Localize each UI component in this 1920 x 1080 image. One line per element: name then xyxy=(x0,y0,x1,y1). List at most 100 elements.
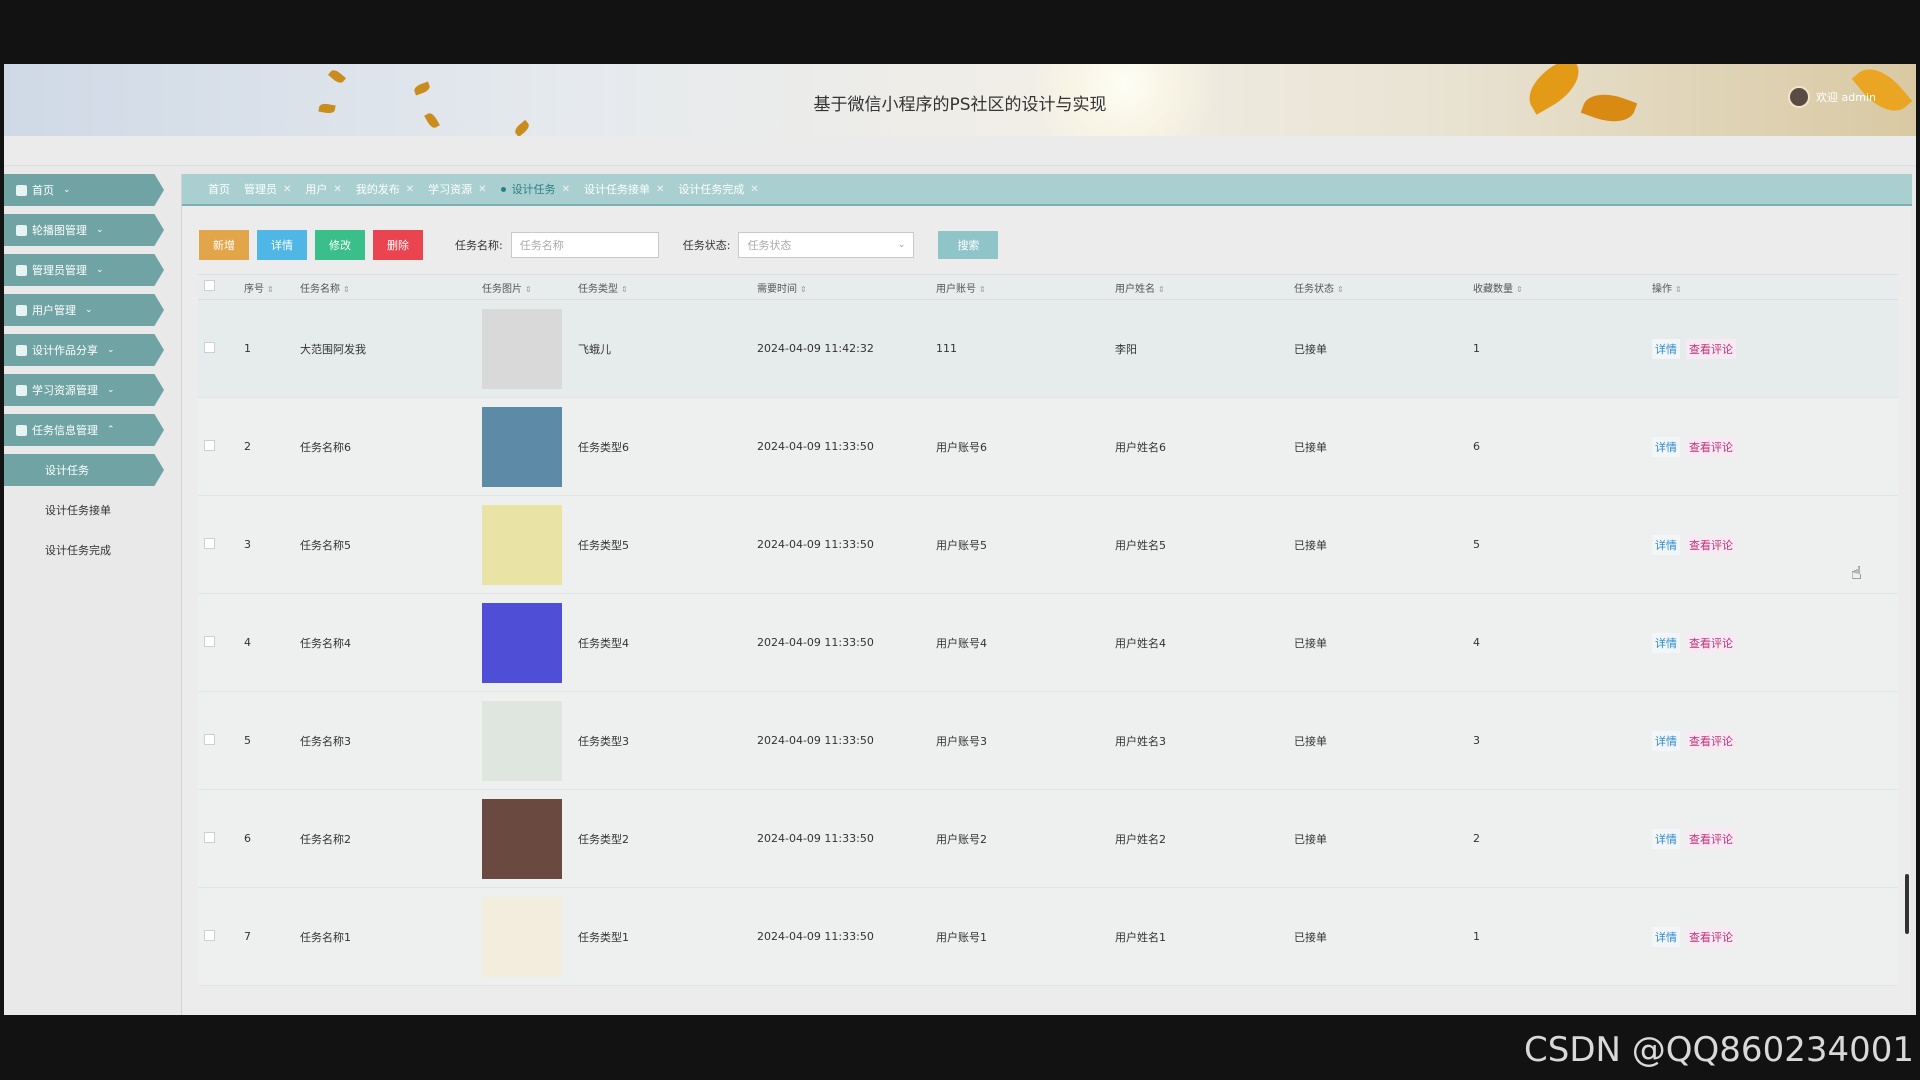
sidebar-item-works[interactable]: 设计作品分享 ⌄ xyxy=(4,334,164,366)
close-icon[interactable]: ✕ xyxy=(283,184,291,195)
avatar xyxy=(1788,86,1811,108)
search-button[interactable]: 搜索 xyxy=(938,231,999,259)
tab-home[interactable]: 首页 xyxy=(208,181,230,197)
select-all-checkbox[interactable] xyxy=(204,280,215,291)
col-no[interactable]: 序号 ⇕ xyxy=(244,280,300,295)
cell-image xyxy=(482,798,578,879)
tab-task-accept[interactable]: 设计任务接单 ✕ xyxy=(584,181,664,197)
close-icon[interactable]: ✕ xyxy=(333,184,341,195)
view-comments-link[interactable]: 查看评论 xyxy=(1686,534,1736,555)
view-comments-link[interactable]: 查看评论 xyxy=(1686,338,1736,359)
sort-icon[interactable]: ⇕ xyxy=(800,285,807,294)
close-icon[interactable]: ✕ xyxy=(562,184,570,195)
col-fav[interactable]: 收藏数量 ⇕ xyxy=(1473,280,1652,295)
cell-status: 已接单 xyxy=(1294,832,1327,846)
col-type[interactable]: 任务类型 ⇕ xyxy=(578,280,757,295)
sort-icon[interactable]: ⇕ xyxy=(343,285,350,294)
tab-task-done[interactable]: 设计任务完成 ✕ xyxy=(678,181,758,197)
table-row[interactable]: 6 任务名称2 任务类型2 2024-04-09 11:33:50 用户账号2 用户姓名2… xyxy=(198,790,1898,888)
tab-admin[interactable]: 管理员 ✕ xyxy=(244,181,291,197)
sort-icon[interactable]: ⇕ xyxy=(1516,285,1523,294)
cell-name: 任务名称5 xyxy=(300,538,351,552)
detail-button[interactable]: 详情 xyxy=(257,230,307,260)
detail-link[interactable]: 详情 xyxy=(1652,534,1680,555)
sidebar-item-carousel[interactable]: 轮播图管理 ⌄ xyxy=(4,214,164,246)
row-checkbox[interactable] xyxy=(204,831,215,843)
sidebar-subitem-task-done[interactable]: 设计任务完成 xyxy=(4,534,164,566)
cell-name: 任务名称2 xyxy=(300,832,351,846)
gear-icon xyxy=(16,384,27,396)
cell-fav: 1 xyxy=(1473,930,1480,943)
add-button[interactable]: 新增 xyxy=(199,230,249,260)
col-name[interactable]: 任务名称 ⇕ xyxy=(300,280,482,295)
close-icon[interactable]: ✕ xyxy=(750,184,758,195)
view-comments-link[interactable]: 查看评论 xyxy=(1686,828,1736,849)
sidebar-item-tasks[interactable]: 任务信息管理 ⌃ xyxy=(4,414,164,446)
cell-actions: 详情 查看评论 xyxy=(1652,534,1792,555)
table-row[interactable]: 3 任务名称5 任务类型5 2024-04-09 11:33:50 用户账号5 用户姓名5… xyxy=(198,496,1898,594)
sidebar-subitem-design-task[interactable]: 设计任务 xyxy=(4,454,164,486)
col-status[interactable]: 任务状态 ⇕ xyxy=(1294,280,1473,295)
col-time[interactable]: 需要时间 ⇕ xyxy=(757,280,936,295)
tab-design-task[interactable]: 设计任务 ✕ xyxy=(500,181,570,197)
sidebar-item-admins[interactable]: 管理员管理 ⌄ xyxy=(4,254,164,286)
detail-link[interactable]: 详情 xyxy=(1652,436,1680,457)
table-row[interactable]: 4 任务名称4 任务类型4 2024-04-09 11:33:50 用户账号4 用户姓名4… xyxy=(198,594,1898,692)
row-checkbox[interactable] xyxy=(204,537,215,549)
row-checkbox[interactable] xyxy=(204,341,215,353)
detail-link[interactable]: 详情 xyxy=(1652,828,1680,849)
row-checkbox[interactable] xyxy=(204,439,215,451)
tab-user[interactable]: 用户 ✕ xyxy=(305,181,341,197)
view-comments-link[interactable]: 查看评论 xyxy=(1686,730,1736,751)
sort-icon[interactable]: ⇕ xyxy=(525,285,532,294)
view-comments-link[interactable]: 查看评论 xyxy=(1686,632,1736,653)
detail-link[interactable]: 详情 xyxy=(1652,730,1680,751)
task-thumbnail xyxy=(482,406,562,487)
tab-label: 我的发布 xyxy=(355,183,400,196)
sort-icon[interactable]: ⇕ xyxy=(621,285,628,294)
delete-button[interactable]: 删除 xyxy=(373,230,423,260)
tab-my-posts[interactable]: 我的发布 ✕ xyxy=(356,181,414,197)
sidebar-item-label: 管理员管理 xyxy=(32,264,87,277)
detail-link[interactable]: 详情 xyxy=(1652,338,1680,359)
sort-icon[interactable]: ⇕ xyxy=(1675,285,1682,294)
view-comments-link[interactable]: 查看评论 xyxy=(1686,436,1736,457)
sort-icon[interactable]: ⇕ xyxy=(1337,285,1344,294)
sort-icon[interactable]: ⇕ xyxy=(979,285,986,294)
app-window: 基于微信小程序的PS社区的设计与实现 欢迎 admin 首页 ⌄ 轮播图管理 ⌄ 管… xyxy=(4,64,1916,1015)
close-icon[interactable]: ✕ xyxy=(656,184,664,195)
edit-button[interactable]: 修改 xyxy=(315,230,365,260)
task-status-select[interactable]: 任务状态 ⌄ xyxy=(738,232,915,258)
col-image[interactable]: 任务图片 ⇕ xyxy=(482,280,578,295)
sidebar-item-home[interactable]: 首页 ⌄ xyxy=(4,174,164,206)
sidebar-item-resources[interactable]: 学习资源管理 ⌄ xyxy=(4,374,164,406)
close-icon[interactable]: ✕ xyxy=(478,184,486,195)
cell-no: 3 xyxy=(244,538,251,551)
col-actions[interactable]: 操作 ⇕ xyxy=(1652,280,1792,295)
row-checkbox[interactable] xyxy=(204,929,215,941)
view-comments-link[interactable]: 查看评论 xyxy=(1686,926,1736,947)
detail-link[interactable]: 详情 xyxy=(1652,632,1680,653)
scrollbar[interactable] xyxy=(1905,874,1909,934)
user-menu[interactable]: 欢迎 admin xyxy=(1788,86,1876,108)
tab-resources[interactable]: 学习资源 ✕ xyxy=(428,181,486,197)
task-name-input[interactable]: 任务名称 xyxy=(510,232,659,258)
table-row[interactable]: 1 大范围阿发我 飞蛾儿 2024-04-09 11:42:32 111 李阳 已接单 1 详情… xyxy=(198,300,1898,398)
detail-link[interactable]: 详情 xyxy=(1652,926,1680,947)
sort-icon[interactable]: ⇕ xyxy=(1158,285,1165,294)
sort-icon[interactable]: ⇕ xyxy=(267,285,274,294)
col-username[interactable]: 用户姓名 ⇕ xyxy=(1115,280,1294,295)
col-account[interactable]: 用户账号 ⇕ xyxy=(936,280,1115,295)
table-row[interactable]: 7 任务名称1 任务类型1 2024-04-09 11:33:50 用户账号1 用户姓名1… xyxy=(198,888,1898,986)
table-row[interactable]: 2 任务名称6 任务类型6 2024-04-09 11:33:50 用户账号6 用户姓名6… xyxy=(198,398,1898,496)
cell-username: 用户姓名2 xyxy=(1115,832,1166,846)
user-icon xyxy=(16,304,27,316)
sidebar-subitem-task-accept[interactable]: 设计任务接单 xyxy=(4,494,164,526)
row-checkbox[interactable] xyxy=(204,635,215,647)
table-row[interactable]: 5 任务名称3 任务类型3 2024-04-09 11:33:50 用户账号3 用户姓名3… xyxy=(198,692,1898,790)
cell-no: 1 xyxy=(244,342,251,355)
row-checkbox[interactable] xyxy=(204,733,215,745)
close-icon[interactable]: ✕ xyxy=(406,184,414,195)
cell-account: 用户账号6 xyxy=(936,440,987,454)
sidebar-item-users[interactable]: 用户管理 ⌄ xyxy=(4,294,164,326)
